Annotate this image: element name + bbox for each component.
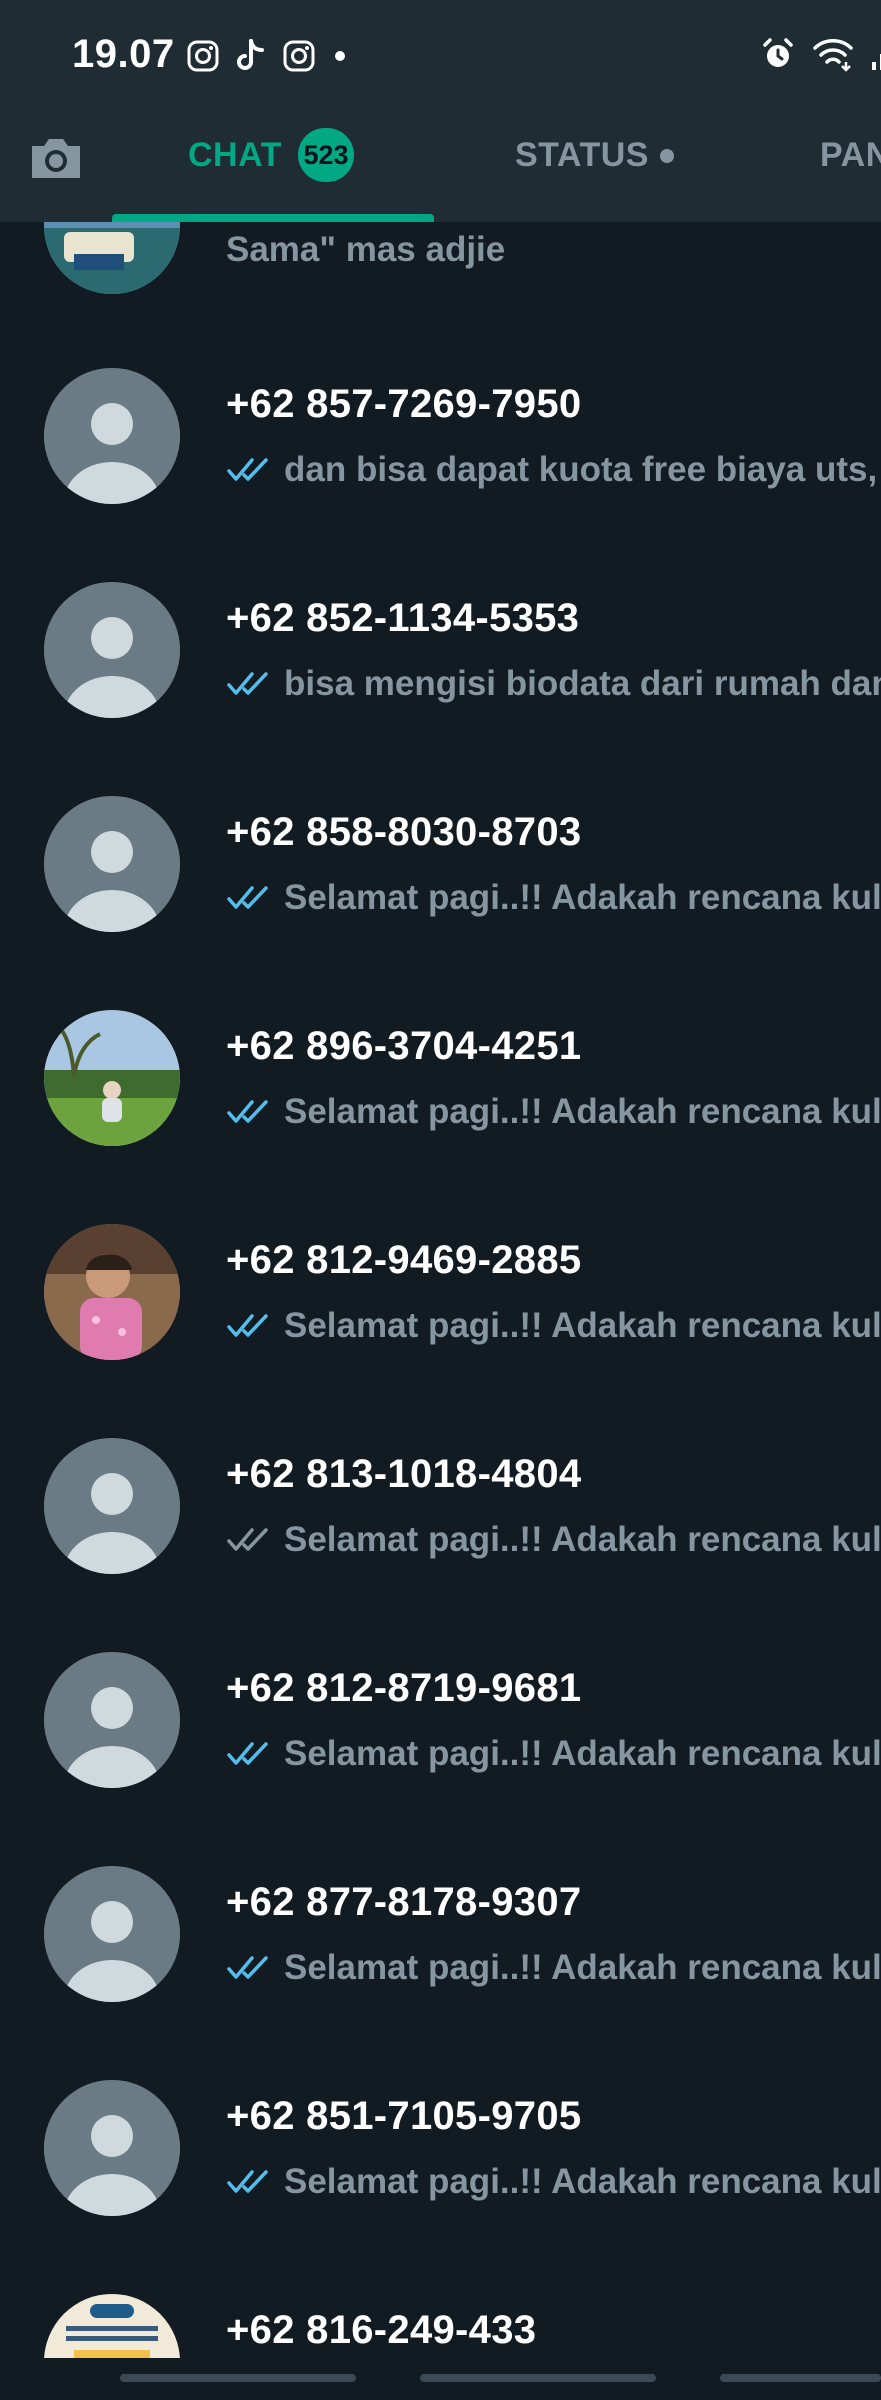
contact-name: +62 851-7105-9705: [226, 2094, 582, 2138]
system-navigation-bar: [0, 2358, 881, 2400]
contact-avatar[interactable]: [44, 1652, 180, 1788]
read-ticks-icon: [227, 2170, 268, 2193]
chat-preview: Selamat pagi..!! Adakah rencana kuliah: [226, 1730, 881, 1778]
contact-name: +62 852-1134-5353: [226, 596, 580, 640]
message-text: Selamat pagi..!! Adakah rencana kuliah: [284, 1306, 881, 1345]
contact-name: +62 857-7269-7950: [226, 382, 582, 426]
unread-count-badge: 523: [298, 128, 354, 182]
chat-preview: Selamat pagi..!! Adakah rencana kuliah: [226, 1944, 881, 1992]
message-text: Selamat pagi..!! Adakah rencana kuliah: [284, 1948, 881, 1987]
chat-preview: bisa mengisi biodata dari rumah dan: [226, 660, 881, 708]
message-text: Selamat pagi..!! Adakah rencana kuliah: [284, 878, 881, 917]
chat-preview: Sama" mas adjie: [226, 230, 506, 269]
chat-preview: Selamat pagi..!! Adakah rencana kuliah: [226, 1088, 881, 1136]
contact-name: +62 877-8178-9307: [226, 1880, 582, 1924]
message-text: Selamat pagi..!! Adakah rencana kuliah: [284, 1092, 881, 1131]
read-ticks-icon: [227, 1314, 268, 1337]
chat-row[interactable]: +62 852-1134-5353 bisa mengisi biodata d…: [0, 582, 881, 796]
chat-row[interactable]: +62 851-7105-9705 Selamat pagi..!! Adaka…: [0, 2080, 881, 2294]
status-update-dot: [660, 149, 674, 163]
alarm-icon: [763, 38, 793, 67]
status-time: 19.07: [72, 32, 175, 76]
chat-row[interactable]: +62 813-1018-4804 Selamat pagi..!! Adaka…: [0, 1438, 881, 1652]
chat-preview: Selamat pagi..!! Adakah rencana kuliah: [226, 1516, 881, 1564]
read-ticks-icon: [227, 458, 268, 481]
chat-row[interactable]: +62 896-3704-4251 Selamat pagi..!! Adaka…: [0, 1010, 881, 1224]
chat-row[interactable]: Sama" mas adjie: [0, 222, 881, 362]
tab-status[interactable]: STATUS: [515, 136, 649, 175]
contact-avatar[interactable]: [44, 1010, 180, 1146]
read-ticks-icon: [227, 1956, 268, 1979]
chat-row[interactable]: +62 857-7269-7950 dan bisa dapat kuota f…: [0, 368, 881, 582]
message-text: Selamat pagi..!! Adakah rencana kuliah: [284, 2162, 881, 2201]
read-ticks-icon: [227, 1742, 268, 1765]
read-ticks-icon: [227, 886, 268, 909]
nav-recents-handle[interactable]: [120, 2374, 356, 2382]
status-left-icons: [186, 38, 350, 74]
delivered-ticks-icon: [227, 1528, 268, 1551]
contact-avatar[interactable]: [44, 1866, 180, 2002]
signal-icon: [872, 54, 881, 70]
chat-row[interactable]: +62 816-249-433: [0, 2294, 881, 2358]
nav-back-handle[interactable]: [720, 2374, 881, 2382]
read-ticks-icon: [227, 672, 268, 695]
message-text: Selamat pagi..!! Adakah rencana kuliah: [284, 1520, 881, 1559]
contact-avatar[interactable]: [44, 582, 180, 718]
contact-name: +62 858-8030-8703: [226, 810, 582, 854]
chat-preview: dan bisa dapat kuota free biaya uts, uas: [226, 446, 881, 494]
chat-row[interactable]: +62 858-8030-8703 Selamat pagi..!! Adaka…: [0, 796, 881, 1010]
tab-calls[interactable]: PANGGILAN: [820, 136, 881, 175]
contact-avatar[interactable]: [44, 2080, 180, 2216]
contact-avatar[interactable]: [44, 222, 180, 294]
contact-avatar[interactable]: [44, 1224, 180, 1360]
chat-preview: Selamat pagi..!! Adakah rencana kuliah: [226, 2158, 881, 2206]
message-text: bisa mengisi biodata dari rumah dan: [284, 664, 881, 703]
instagram-icon: [187, 40, 219, 72]
tab-chat[interactable]: CHAT: [188, 136, 282, 175]
message-text: Selamat pagi..!! Adakah rencana kuliah: [284, 1734, 881, 1773]
status-right-icons: [760, 36, 881, 72]
chat-row[interactable]: +62 877-8178-9307 Selamat pagi..!! Adaka…: [0, 1866, 881, 2080]
contact-avatar[interactable]: [44, 2294, 180, 2358]
chat-preview: Selamat pagi..!! Adakah rencana kuliah: [226, 1302, 881, 1350]
contact-avatar[interactable]: [44, 796, 180, 932]
wifi-icon: [813, 39, 853, 72]
instagram-icon: [283, 40, 315, 72]
chat-row[interactable]: +62 812-8719-9681 Selamat pagi..!! Adaka…: [0, 1652, 881, 1866]
app-header: 19.07 CHAT 523 STATUS PAN: [0, 0, 881, 222]
contact-name: +62 896-3704-4251: [226, 1024, 582, 1068]
tiktok-icon: [237, 39, 264, 70]
contact-name: +62 816-249-433: [226, 2308, 537, 2352]
contact-name: +62 812-8719-9681: [226, 1666, 582, 1710]
nav-home-handle[interactable]: [420, 2374, 656, 2382]
chat-list: Sama" mas adjie +62 857-7269-7950 dan bi…: [0, 222, 881, 2358]
read-ticks-icon: [227, 1100, 268, 1123]
chat-row[interactable]: +62 812-9469-2885 Selamat pagi..!! Adaka…: [0, 1224, 881, 1438]
contact-avatar[interactable]: [44, 1438, 180, 1574]
chat-preview: Selamat pagi..!! Adakah rencana kuliah: [226, 874, 881, 922]
contact-name: +62 813-1018-4804: [226, 1452, 582, 1496]
contact-name: +62 812-9469-2885: [226, 1238, 582, 1282]
notification-dot-icon: [335, 51, 345, 61]
message-text: dan bisa dapat kuota free biaya uts, uas: [284, 450, 881, 489]
contact-avatar[interactable]: [44, 368, 180, 504]
active-tab-indicator: [112, 214, 434, 222]
camera-icon[interactable]: [26, 128, 86, 188]
